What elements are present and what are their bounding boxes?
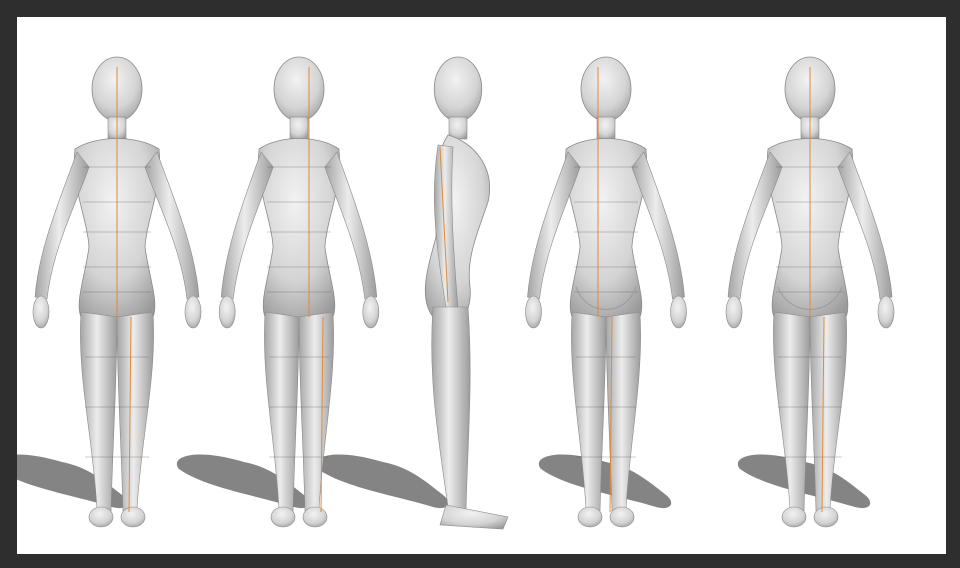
front-view bbox=[32, 56, 202, 528]
three-quarter-back-view-right-foot bbox=[609, 506, 635, 528]
three-quarter-back-view-right-hand bbox=[670, 295, 687, 329]
side-view-torso bbox=[424, 134, 490, 326]
back-view-left-hand bbox=[725, 295, 743, 329]
front-view-left-foot bbox=[88, 506, 114, 528]
figure-stage bbox=[17, 56, 895, 530]
side-view-feet bbox=[439, 504, 509, 530]
front-view-right-arm bbox=[144, 151, 200, 300]
front-view-right-leg bbox=[116, 311, 154, 512]
side-view-head bbox=[433, 56, 483, 122]
three-quarter-back-view-shadow bbox=[538, 454, 672, 509]
viewport-canvas bbox=[17, 17, 946, 554]
front-view-left-arm bbox=[34, 151, 90, 300]
side-view-shadow bbox=[315, 454, 449, 509]
three-quarter-front-view-right-hand bbox=[362, 295, 380, 329]
back-view-right-arm bbox=[837, 151, 893, 300]
back-view-right-hand bbox=[877, 295, 895, 329]
three-quarter-front-view-right-arm bbox=[324, 151, 378, 300]
back-view-left-foot bbox=[781, 506, 807, 528]
three-quarter-back-view-head bbox=[580, 56, 632, 122]
back-view-left-arm bbox=[727, 151, 783, 300]
three-quarter-front-view-head bbox=[273, 56, 325, 122]
three-quarter-back-view-left-hand bbox=[525, 295, 542, 329]
three-quarter-front-view-left-foot bbox=[270, 506, 296, 528]
side-view-neck bbox=[448, 116, 468, 140]
three-quarter-front-view-left-arm bbox=[220, 151, 274, 300]
side-view-legs bbox=[431, 306, 471, 510]
front-view-left-hand bbox=[32, 295, 50, 329]
three-quarter-front-view-left-hand bbox=[218, 295, 236, 329]
three-quarter-front-view-neck bbox=[289, 116, 309, 140]
back-view-right-foot bbox=[813, 506, 839, 528]
three-quarter-front-view-right-foot bbox=[302, 506, 328, 528]
side-view bbox=[424, 56, 509, 530]
three-quarter-back-view-right-arm bbox=[631, 151, 685, 300]
front-view-right-foot bbox=[120, 506, 146, 528]
three-quarter-front-view-right-leg bbox=[298, 311, 334, 512]
three-quarter-back-view-neck bbox=[596, 116, 616, 140]
three-quarter-back-view-left-foot bbox=[577, 506, 603, 528]
front-view-right-hand bbox=[184, 295, 202, 329]
three-quarter-back-view-left-arm bbox=[527, 151, 581, 300]
